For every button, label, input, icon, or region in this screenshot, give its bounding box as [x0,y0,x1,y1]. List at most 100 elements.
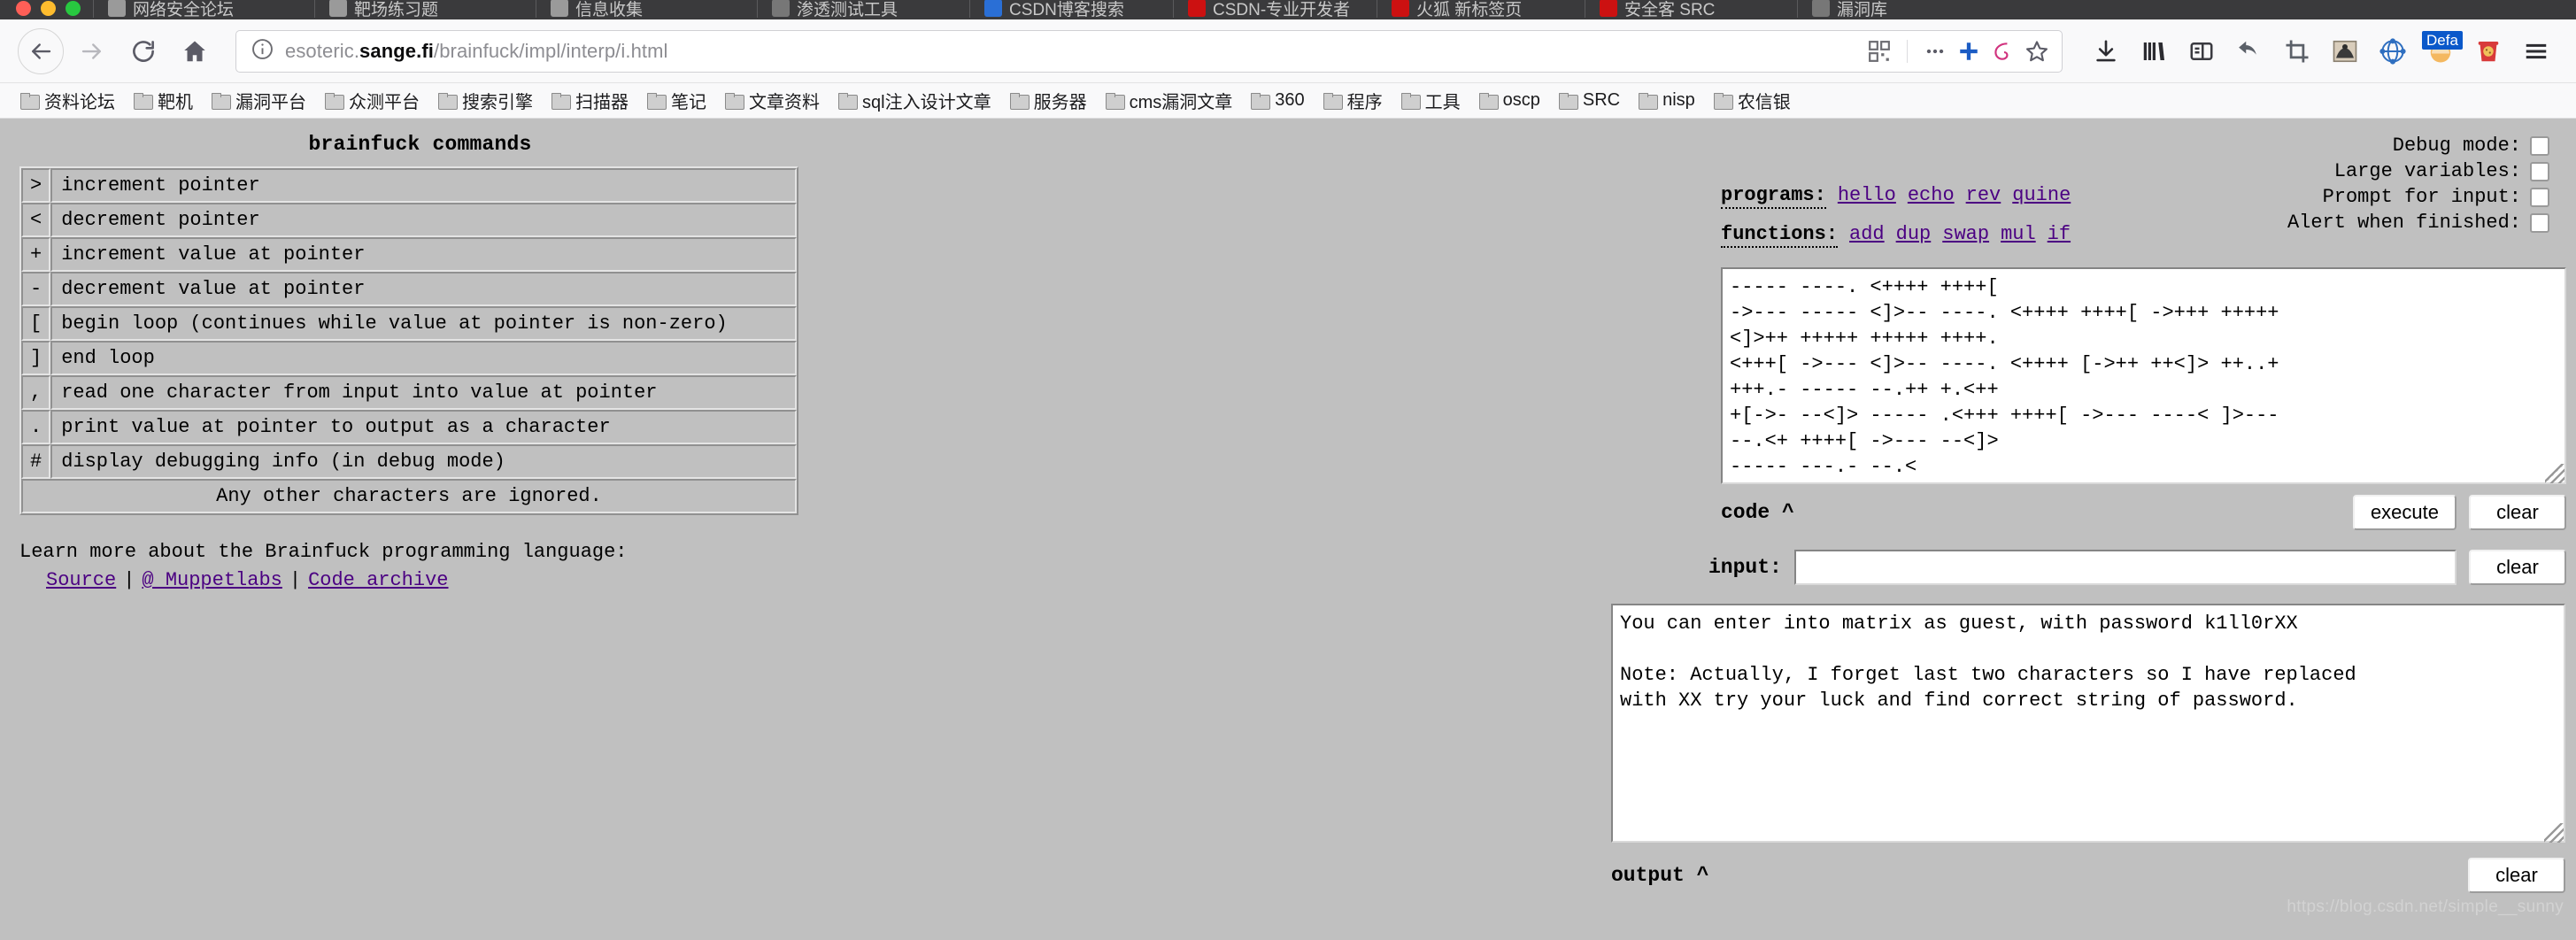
screenshot-icon[interactable] [2323,29,2367,73]
bookmark-item[interactable]: sql注入设计文章 [830,85,999,116]
output-resize-handle[interactable] [2544,823,2564,843]
watermark: https://blog.csdn.net/simple__sunny [2287,898,2564,916]
function-swap-link[interactable]: swap [1942,223,1989,245]
more-dots-icon[interactable] [1924,40,1947,63]
code-textarea[interactable]: ----- ----. <++++ ++++[ ->--- ----- <]>-… [1721,267,2566,484]
url-host: sange.fi [359,39,434,62]
program-hello-link[interactable]: hello [1838,184,1896,206]
browser-tab[interactable]: 安全客 SRC [1585,0,1797,18]
program-rev-link[interactable]: rev [1966,184,2001,206]
option-large-variables[interactable]: Large variables: [2287,158,2549,184]
output-textarea[interactable]: You can enter into matrix as guest, with… [1611,604,2565,843]
option-label: Alert when finished: [2287,212,2521,234]
bookmark-item[interactable]: 程序 [1315,85,1391,116]
globe-icon[interactable] [2371,29,2415,73]
prompt-for-input-checkbox[interactable] [2530,187,2549,207]
bookmark-item[interactable]: 众测平台 [317,85,428,116]
bookmark-label: 众测平台 [349,93,420,112]
table-row: < decrement pointer [21,203,797,237]
star-icon[interactable] [2025,39,2049,64]
bookmark-item[interactable]: 文章资料 [717,85,828,116]
muppetlabs-link[interactable]: @ Muppetlabs [142,569,282,591]
option-alert-when-finished[interactable]: Alert when finished: [2287,210,2549,235]
input-row: input: clear [1708,546,2566,589]
info-circle-icon[interactable] [251,37,274,65]
undo-icon[interactable] [2227,29,2271,73]
home-button[interactable] [172,28,218,74]
debug-mode-checkbox[interactable] [2530,135,2549,156]
bookmark-item[interactable]: 搜索引擎 [430,85,541,116]
plus-icon[interactable] [1957,40,1980,63]
option-label: Debug mode: [2392,135,2521,157]
bookmark-item[interactable]: 扫描器 [544,85,636,116]
browser-tab[interactable]: CSDN-专业开发者 [1173,0,1377,18]
bookmark-item[interactable]: 360 [1243,88,1312,113]
maximize-window-button[interactable] [66,1,81,16]
qr-code-icon[interactable] [1868,40,1891,63]
function-mul-link[interactable]: mul [2001,223,2036,245]
download-icon[interactable] [2084,29,2128,73]
bookmark-item[interactable]: 工具 [1393,85,1469,116]
code-resize-handle[interactable] [2545,464,2564,483]
folder-icon [134,93,153,110]
browser-tab[interactable]: 信息收集 [536,0,757,18]
browser-tab[interactable]: CSDN博客搜索 [969,0,1173,18]
address-bar[interactable]: esoteric.sange.fi/brainfuck/impl/interp/… [235,29,2063,73]
browser-tab[interactable]: 网络安全论坛 [93,0,314,18]
bookmark-item[interactable]: nisp [1631,88,1703,113]
bookmark-item[interactable]: 资料论坛 [12,85,123,116]
options-list: Debug mode: Large variables: Prompt for … [2287,133,2549,235]
function-dup-link[interactable]: dup [1896,223,1932,245]
browser-tab[interactable]: 渗透测试工具 [757,0,969,18]
library-icon[interactable] [2132,29,2176,73]
program-echo-link[interactable]: echo [1908,184,1955,206]
code-clear-button[interactable]: clear [2469,495,2566,530]
browser-tab[interactable]: 漏洞库 [1797,0,2009,18]
large-variables-checkbox[interactable] [2530,161,2549,181]
bookmark-item[interactable]: 笔记 [639,85,714,116]
cookie-trash-icon[interactable] [2466,29,2510,73]
source-link[interactable]: Source [46,569,116,591]
tab-title: 靶场练习题 [354,0,439,19]
crop-icon[interactable] [2275,29,2319,73]
bookmark-item[interactable]: oscp [1471,88,1548,113]
close-window-button[interactable] [16,1,31,16]
bookmark-item[interactable]: 漏洞平台 [204,85,314,116]
reader-mode-icon[interactable] [1991,40,2014,63]
bookmark-label: 靶机 [158,93,193,112]
alert-when-finished-checkbox[interactable] [2530,212,2549,233]
tab-strip: 网络安全论坛 靶场练习题 信息收集 渗透测试工具 CSDN博客搜索 CSDN-专… [0,0,2576,19]
browser-tab[interactable]: 靶场练习题 [314,0,536,18]
code-archive-link[interactable]: Code archive [308,569,448,591]
function-add-link[interactable]: add [1849,223,1885,245]
container-badge: Defa [2422,30,2463,50]
input-clear-button[interactable]: clear [2469,550,2566,585]
folder-icon [438,93,458,110]
command-key: . [21,410,51,444]
bookmark-item[interactable]: SRC [1551,88,1628,113]
output-clear-button[interactable]: clear [2468,858,2565,893]
forward-button[interactable] [69,28,115,74]
minimize-window-button[interactable] [41,1,56,16]
option-debug-mode[interactable]: Debug mode: [2287,133,2549,158]
input-field[interactable] [1793,550,2456,585]
tab-title: 安全客 SRC [1624,0,1716,19]
execute-button[interactable]: execute [2352,495,2456,530]
command-desc: decrement value at pointer [50,272,797,306]
table-row: Any other characters are ignored. [21,479,797,513]
bookmark-item[interactable]: cms漏洞文章 [1098,85,1241,116]
option-prompt-for-input[interactable]: Prompt for input: [2287,184,2549,210]
container-tabs-icon[interactable]: Defa [2418,29,2463,73]
sidebar-icon[interactable] [2179,29,2224,73]
back-button[interactable] [18,27,64,74]
bookmark-item[interactable]: 农信银 [1706,85,1799,116]
program-quine-link[interactable]: quine [2012,184,2071,206]
reload-button[interactable] [120,28,166,74]
menu-icon[interactable] [2514,29,2558,73]
bookmark-item[interactable]: 服务器 [1002,85,1095,116]
browser-tab[interactable]: 火狐 新标签页 [1377,0,1585,18]
bookmark-item[interactable]: 靶机 [126,85,201,116]
function-if-link[interactable]: if [2048,223,2071,245]
command-key: [ [21,306,51,341]
window-controls[interactable] [0,1,93,19]
